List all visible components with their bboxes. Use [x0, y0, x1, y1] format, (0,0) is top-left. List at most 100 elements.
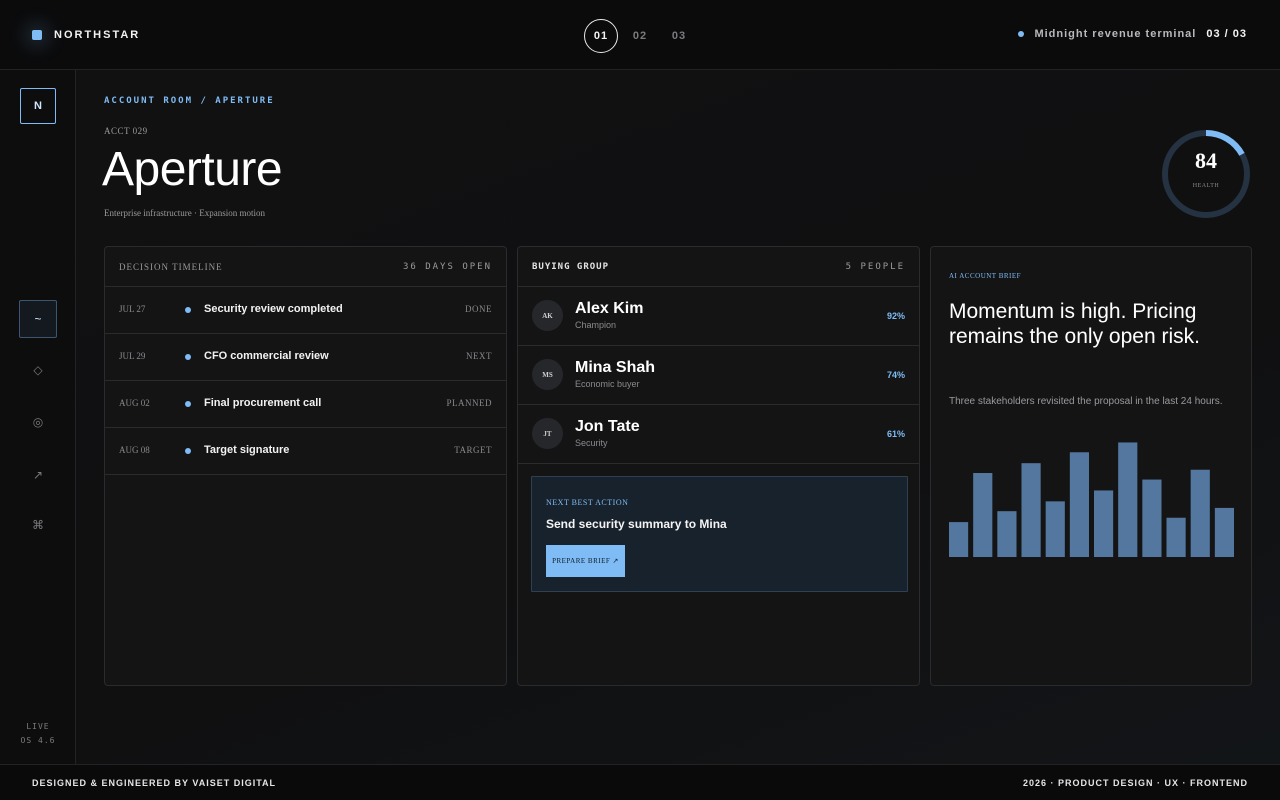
chart-bar	[1045, 501, 1065, 557]
breadcrumb[interactable]: ACCOUNT ROOM / APERTURE	[104, 96, 275, 106]
chart-bar	[1166, 517, 1186, 557]
brand-logo-icon	[32, 30, 42, 40]
engagement-score: 61%	[886, 429, 905, 439]
account-id: ACCT 029	[104, 126, 148, 136]
terminal-indicator: Midnight revenue terminal 03 / 03	[1018, 28, 1247, 40]
buying-group-card: BUYING GROUP 5 PEOPLE AK Alex Kim Champi…	[517, 246, 920, 686]
sidebar-logo[interactable]: N	[20, 88, 56, 124]
timeline-dot-icon	[185, 401, 191, 407]
target-icon: ◎	[32, 415, 44, 429]
pager-step-3[interactable]: 03	[662, 19, 696, 53]
days-open: 36 DAYS OPEN	[402, 262, 492, 272]
timeline-row[interactable]: JUL 29 CFO commercial review NEXT	[105, 334, 506, 381]
status-dot-icon	[1018, 31, 1025, 37]
next-best-action-title: Send security summary to Mina	[546, 517, 727, 531]
step-pager: 01 02 03	[584, 19, 701, 53]
engagement-score: 92%	[886, 311, 905, 321]
timeline-label: Security review completed	[204, 303, 343, 315]
chart-bar	[1214, 507, 1234, 557]
timeline-row[interactable]: AUG 08 Target signature TARGET	[105, 428, 506, 475]
chart-bar	[997, 511, 1017, 557]
timeline-dot-icon	[185, 448, 191, 454]
timeline-row[interactable]: JUL 27 Security review completed DONE	[105, 287, 506, 334]
avatar: AK	[532, 300, 563, 331]
chart-bar	[1118, 442, 1138, 557]
brand[interactable]: NORTHSTAR	[32, 29, 140, 41]
decision-timeline-card: DECISION TIMELINE 36 DAYS OPEN JUL 27 Se…	[104, 246, 507, 686]
sidebar-item-target[interactable]: ◎	[19, 403, 57, 441]
arrow-up-right-icon: ↗	[32, 468, 44, 482]
person-name: Jon Tate	[575, 418, 640, 435]
pager-step-1[interactable]: 01	[584, 19, 618, 53]
brief-label: AI ACCOUNT BRIEF	[949, 272, 1022, 280]
timeline-dot-icon	[185, 307, 191, 313]
chart-bar	[1094, 490, 1114, 557]
footer-credit: DESIGNED & ENGINEERED BY VAISET DIGITAL	[32, 778, 277, 788]
chart-bar	[1190, 469, 1210, 557]
wave-icon: ~	[34, 312, 42, 326]
timeline-status: DONE	[465, 304, 492, 314]
health-score: 84	[1195, 148, 1217, 173]
brief-headline: Momentum is high. Pricing remains the on…	[949, 300, 1200, 348]
top-bar: NORTHSTAR 01 02 03 Midnight revenue term…	[0, 0, 1280, 70]
avatar: JT	[532, 418, 563, 449]
avatar: MS	[532, 359, 563, 390]
command-icon: ⌘	[32, 518, 44, 532]
person-row[interactable]: AK Alex Kim Champion 92%	[518, 287, 919, 346]
engagement-score: 74%	[886, 370, 905, 380]
sidebar-item-diamond[interactable]: ◇	[19, 351, 57, 389]
timeline-dot-icon	[185, 354, 191, 360]
person-row[interactable]: MS Mina Shah Economic buyer 74%	[518, 346, 919, 405]
timeline-date: AUG 02	[119, 398, 150, 408]
sidebar: N ~ ◇ ◎ ↗ ⌘ LIVE OS 4.6	[0, 70, 76, 764]
timeline-date: JUL 29	[119, 351, 146, 361]
people-count: 5 PEOPLE	[845, 262, 905, 272]
timeline-label: CFO commercial review	[204, 350, 329, 362]
activity-bar-chart	[949, 442, 1234, 557]
chart-bar	[1021, 463, 1041, 557]
main-content: ACCOUNT ROOM / APERTURE ACCT 029 Apertur…	[76, 70, 1280, 764]
brand-name: NORTHSTAR	[54, 29, 141, 41]
footer: DESIGNED & ENGINEERED BY VAISET DIGITAL …	[0, 764, 1280, 800]
account-subtitle: Enterprise infrastructure · Expansion mo…	[104, 208, 265, 218]
timeline-label: Final procurement call	[204, 397, 322, 409]
next-best-action-label: NEXT BEST ACTION	[546, 498, 629, 507]
buying-group-title: BUYING GROUP	[532, 262, 610, 272]
diamond-icon: ◇	[33, 363, 43, 377]
timeline-row[interactable]: AUG 02 Final procurement call PLANNED	[105, 381, 506, 428]
brief-body: Three stakeholders revisited the proposa…	[949, 396, 1223, 407]
sidebar-item-command[interactable]: ⌘	[19, 506, 57, 544]
person-row[interactable]: JT Jon Tate Security 61%	[518, 405, 919, 464]
sidebar-item-activity[interactable]: ~	[19, 300, 57, 338]
card-header: BUYING GROUP 5 PEOPLE	[518, 247, 919, 287]
terminal-label: Midnight revenue terminal	[1034, 28, 1197, 40]
timeline-title: DECISION TIMELINE	[119, 262, 223, 272]
person-role: Economic buyer	[575, 379, 640, 389]
timeline-status: PLANNED	[446, 398, 492, 408]
timeline-status: TARGET	[454, 445, 492, 455]
chart-bar	[949, 522, 969, 557]
card-header: DECISION TIMELINE 36 DAYS OPEN	[105, 247, 506, 287]
person-name: Mina Shah	[575, 359, 656, 376]
person-role: Security	[575, 438, 608, 448]
footer-tags: 2026 · PRODUCT DESIGN · UX · FRONTEND	[1022, 778, 1248, 788]
prepare-brief-button[interactable]: PREPARE BRIEF ↗	[546, 545, 625, 577]
health-label: HEALTH	[1192, 183, 1220, 189]
timeline-label: Target signature	[204, 444, 290, 456]
timeline-date: JUL 27	[119, 304, 146, 314]
sidebar-item-trend[interactable]: ↗	[19, 456, 57, 494]
person-role: Champion	[575, 320, 617, 330]
person-name: Alex Kim	[575, 300, 644, 317]
chart-bar	[1142, 479, 1162, 557]
page-title: Aperture	[102, 143, 283, 196]
os-version: OS 4.6	[20, 736, 56, 745]
ai-account-brief-card: AI ACCOUNT BRIEF Momentum is high. Prici…	[930, 246, 1252, 686]
health-gauge: 84 HEALTH	[1158, 126, 1254, 222]
timeline-date: AUG 08	[119, 445, 150, 455]
timeline-status: NEXT	[466, 351, 492, 361]
terminal-count: 03 / 03	[1206, 28, 1247, 40]
pager-step-2[interactable]: 02	[623, 19, 657, 53]
chart-bar	[1069, 452, 1089, 557]
next-best-action-panel: NEXT BEST ACTION Send security summary t…	[531, 476, 908, 592]
live-status: LIVE	[26, 722, 50, 731]
